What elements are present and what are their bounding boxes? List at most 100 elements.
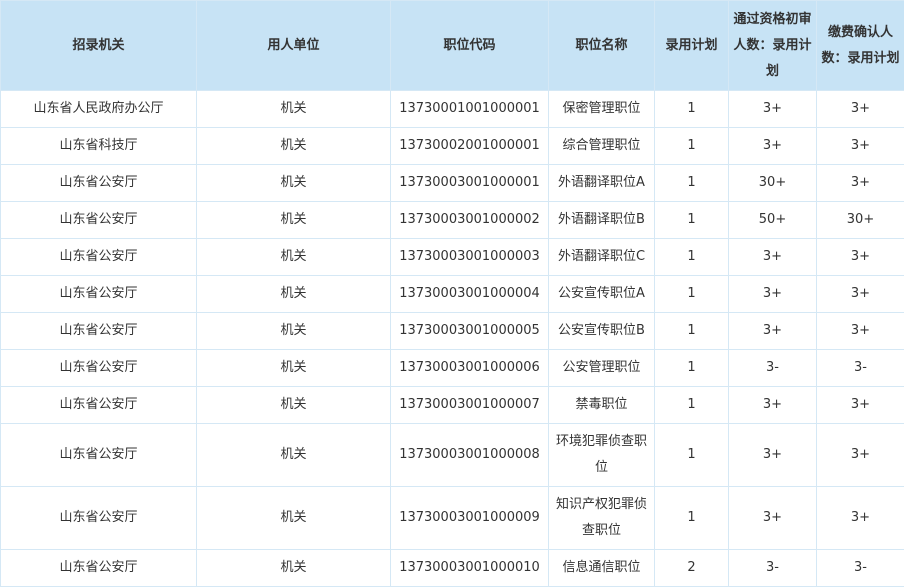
cell-plan: 1 [654,386,729,424]
cell-code: 13730003001000003 [390,238,549,276]
cell-qualified: 3- [728,349,817,387]
table-row: 山东省公安厅 机关 13730003001000007 禁毒职位 1 3+ 3+ [0,386,904,424]
cell-qualified: 50+ [728,201,817,239]
cell-qualified: 3- [728,549,817,587]
cell-agency: 山东省公安厅 [0,164,197,202]
header-row: 招录机关 用人单位 职位代码 职位名称 录用计划 通过资格初审人数：录用计划 缴… [0,0,904,91]
cell-qualified: 3+ [728,90,817,128]
cell-code: 13730002001000001 [390,127,549,165]
cell-plan: 1 [654,423,729,487]
cell-position: 综合管理职位 [548,127,655,165]
cell-unit: 机关 [196,549,391,587]
header-qualified-ratio: 通过资格初审人数：录用计划 [728,0,817,91]
table-row: 山东省公安厅 机关 13730003001000005 公安宣传职位B 1 3+… [0,312,904,350]
cell-agency: 山东省公安厅 [0,349,197,387]
cell-paid: 3+ [816,386,904,424]
table-row: 山东省公安厅 机关 13730003001000010 信息通信职位 2 3- … [0,549,904,587]
cell-unit: 机关 [196,201,391,239]
cell-plan: 1 [654,312,729,350]
cell-agency: 山东省人民政府办公厅 [0,90,197,128]
cell-code: 13730003001000010 [390,549,549,587]
table-row: 山东省公安厅 机关 13730003001000008 环境犯罪侦查职位 1 3… [0,423,904,487]
header-position-name: 职位名称 [548,0,655,91]
recruitment-table: 招录机关 用人单位 职位代码 职位名称 录用计划 通过资格初审人数：录用计划 缴… [0,0,904,587]
table-row: 山东省公安厅 机关 13730003001000002 外语翻译职位B 1 50… [0,201,904,239]
cell-position: 信息通信职位 [548,549,655,587]
cell-agency: 山东省公安厅 [0,486,197,550]
cell-plan: 1 [654,349,729,387]
cell-plan: 1 [654,90,729,128]
cell-paid: 3+ [816,423,904,487]
cell-position: 外语翻译职位A [548,164,655,202]
table-row: 山东省人民政府办公厅 机关 13730001001000001 保密管理职位 1… [0,90,904,128]
table-row: 山东省公安厅 机关 13730003001000003 外语翻译职位C 1 3+… [0,238,904,276]
cell-qualified: 30+ [728,164,817,202]
cell-paid: 3- [816,349,904,387]
cell-unit: 机关 [196,275,391,313]
cell-code: 13730003001000008 [390,423,549,487]
cell-plan: 1 [654,275,729,313]
cell-unit: 机关 [196,386,391,424]
table-row: 山东省公安厅 机关 13730003001000009 知识产权犯罪侦查职位 1… [0,486,904,550]
table-body: 山东省人民政府办公厅 机关 13730001001000001 保密管理职位 1… [0,90,904,587]
cell-paid: 3+ [816,90,904,128]
table-row: 山东省公安厅 机关 13730003001000006 公安管理职位 1 3- … [0,349,904,387]
cell-paid: 3- [816,549,904,587]
header-hiring-plan: 录用计划 [654,0,729,91]
cell-unit: 机关 [196,486,391,550]
cell-plan: 1 [654,486,729,550]
cell-qualified: 3+ [728,486,817,550]
cell-position: 公安宣传职位A [548,275,655,313]
header-paid-ratio: 缴费确认人数：录用计划 [816,0,904,91]
cell-position: 保密管理职位 [548,90,655,128]
cell-agency: 山东省科技厅 [0,127,197,165]
header-recruiting-agency: 招录机关 [0,0,197,91]
header-position-code: 职位代码 [390,0,549,91]
cell-paid: 3+ [816,238,904,276]
cell-code: 13730003001000001 [390,164,549,202]
table-row: 山东省公安厅 机关 13730003001000001 外语翻译职位A 1 30… [0,164,904,202]
cell-agency: 山东省公安厅 [0,201,197,239]
cell-plan: 1 [654,164,729,202]
cell-agency: 山东省公安厅 [0,312,197,350]
cell-unit: 机关 [196,312,391,350]
cell-qualified: 3+ [728,127,817,165]
cell-unit: 机关 [196,423,391,487]
cell-code: 13730003001000002 [390,201,549,239]
cell-paid: 3+ [816,486,904,550]
header-employing-unit: 用人单位 [196,0,391,91]
table-row: 山东省科技厅 机关 13730002001000001 综合管理职位 1 3+ … [0,127,904,165]
cell-paid: 3+ [816,312,904,350]
cell-qualified: 3+ [728,423,817,487]
cell-position: 公安管理职位 [548,349,655,387]
cell-unit: 机关 [196,164,391,202]
cell-position: 环境犯罪侦查职位 [548,423,655,487]
cell-qualified: 3+ [728,312,817,350]
cell-code: 13730003001000007 [390,386,549,424]
cell-unit: 机关 [196,90,391,128]
cell-position: 知识产权犯罪侦查职位 [548,486,655,550]
cell-qualified: 3+ [728,238,817,276]
cell-paid: 3+ [816,275,904,313]
cell-code: 13730001001000001 [390,90,549,128]
cell-agency: 山东省公安厅 [0,423,197,487]
cell-code: 13730003001000004 [390,275,549,313]
cell-position: 外语翻译职位C [548,238,655,276]
cell-agency: 山东省公安厅 [0,386,197,424]
cell-qualified: 3+ [728,386,817,424]
cell-unit: 机关 [196,127,391,165]
cell-code: 13730003001000009 [390,486,549,550]
cell-unit: 机关 [196,349,391,387]
table-row: 山东省公安厅 机关 13730003001000004 公安宣传职位A 1 3+… [0,275,904,313]
cell-agency: 山东省公安厅 [0,275,197,313]
cell-unit: 机关 [196,238,391,276]
cell-code: 13730003001000006 [390,349,549,387]
cell-plan: 1 [654,201,729,239]
cell-position: 外语翻译职位B [548,201,655,239]
cell-agency: 山东省公安厅 [0,238,197,276]
cell-paid: 30+ [816,201,904,239]
cell-paid: 3+ [816,164,904,202]
cell-qualified: 3+ [728,275,817,313]
cell-plan: 1 [654,238,729,276]
cell-code: 13730003001000005 [390,312,549,350]
